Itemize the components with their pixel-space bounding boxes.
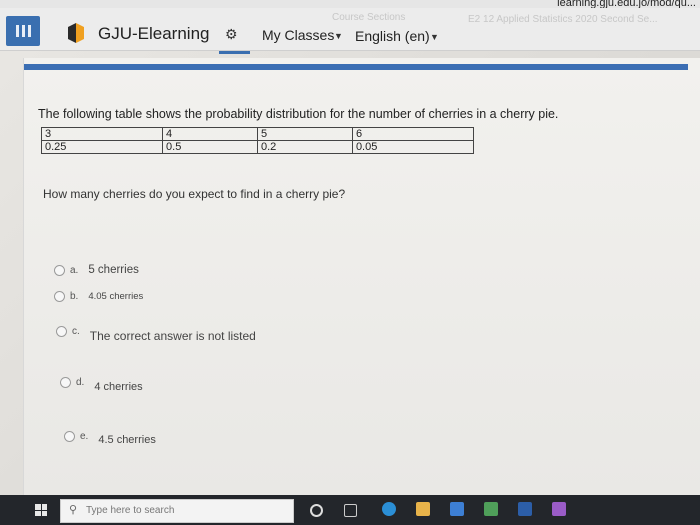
radio-button[interactable] bbox=[54, 264, 65, 276]
search-icon: ⚲ bbox=[69, 504, 78, 516]
answer-option-a[interactable]: a. 5 cherries bbox=[54, 264, 139, 276]
radio-button[interactable] bbox=[56, 326, 67, 337]
cortana-icon[interactable] bbox=[310, 504, 323, 517]
language-menu[interactable]: English (en) bbox=[355, 28, 430, 44]
file-explorer-icon[interactable] bbox=[416, 502, 430, 516]
windows-taskbar: ⚲ Type here to search bbox=[0, 495, 700, 525]
option-letter: e. bbox=[80, 430, 89, 442]
option-label: 4 cherries bbox=[94, 381, 143, 393]
question-panel: The following table shows the probabilit… bbox=[23, 58, 700, 495]
table-cell: 0.05 bbox=[351, 140, 475, 154]
option-letter: b. bbox=[70, 291, 79, 302]
edge-browser-icon[interactable] bbox=[382, 502, 396, 516]
option-label: 4.5 cherries bbox=[98, 434, 156, 446]
answer-option-c[interactable]: c. The correct answer is not listed bbox=[56, 320, 256, 343]
table-cell: 6 bbox=[351, 127, 475, 141]
top-navbar: GJU-Elearning Course Sections E2 12 Appl… bbox=[0, 8, 700, 54]
ghost-course-sections: Course Sections bbox=[332, 12, 406, 23]
question-text: The following table shows the probabilit… bbox=[38, 107, 559, 121]
option-letter: a. bbox=[70, 264, 79, 276]
app-icon[interactable] bbox=[552, 502, 566, 516]
table-row: 3 4 5 6 bbox=[40, 127, 475, 141]
site-logo-icon bbox=[68, 23, 84, 43]
windows-start-icon[interactable] bbox=[35, 504, 47, 516]
word-icon[interactable] bbox=[518, 502, 532, 516]
option-letter: d. bbox=[76, 376, 85, 388]
table-cell: 4 bbox=[162, 127, 258, 141]
table-cell: 0.2 bbox=[256, 140, 353, 154]
option-label: The correct answer is not listed bbox=[89, 329, 256, 343]
table-cell: 3 bbox=[40, 127, 164, 141]
option-label: 4.05 cherries bbox=[88, 291, 144, 302]
chevron-down-icon[interactable]: ▼ bbox=[334, 31, 343, 41]
task-view-icon[interactable] bbox=[344, 504, 357, 517]
probability-table: 3 4 5 6 0.25 0.5 0.2 0.05 bbox=[40, 127, 475, 154]
taskbar-search-input[interactable]: ⚲ Type here to search bbox=[60, 499, 294, 523]
active-tab-indicator bbox=[219, 51, 250, 54]
app-icon[interactable] bbox=[484, 502, 498, 516]
accent-bar bbox=[24, 64, 688, 70]
option-letter: c. bbox=[72, 326, 80, 337]
table-cell: 5 bbox=[256, 127, 353, 141]
site-title-link[interactable]: GJU-Elearning bbox=[98, 24, 210, 44]
store-icon[interactable] bbox=[450, 502, 464, 516]
my-classes-menu[interactable]: My Classes bbox=[262, 27, 334, 43]
answer-option-d[interactable]: d. 4 cherries bbox=[60, 371, 143, 393]
table-cell: 0.5 bbox=[162, 140, 258, 154]
radio-button[interactable] bbox=[64, 430, 75, 442]
answer-option-e[interactable]: e. 4.5 cherries bbox=[64, 426, 156, 446]
gears-icon[interactable]: ⚙ bbox=[225, 26, 238, 43]
table-cell: 0.25 bbox=[40, 140, 164, 154]
radio-button[interactable] bbox=[60, 376, 71, 388]
ghost-course-name: E2 12 Applied Statistics 2020 Second Se.… bbox=[468, 14, 658, 25]
table-row: 0.25 0.5 0.2 0.05 bbox=[40, 140, 475, 154]
menu-toggle-button[interactable] bbox=[6, 16, 40, 46]
option-label: 5 cherries bbox=[88, 264, 139, 276]
radio-button[interactable] bbox=[54, 291, 65, 302]
chevron-down-icon[interactable]: ▼ bbox=[430, 32, 439, 42]
search-placeholder: Type here to search bbox=[86, 505, 175, 516]
answer-option-b[interactable]: b. 4.05 cherries bbox=[54, 291, 143, 302]
question-prompt: How many cherries do you expect to find … bbox=[43, 187, 346, 201]
